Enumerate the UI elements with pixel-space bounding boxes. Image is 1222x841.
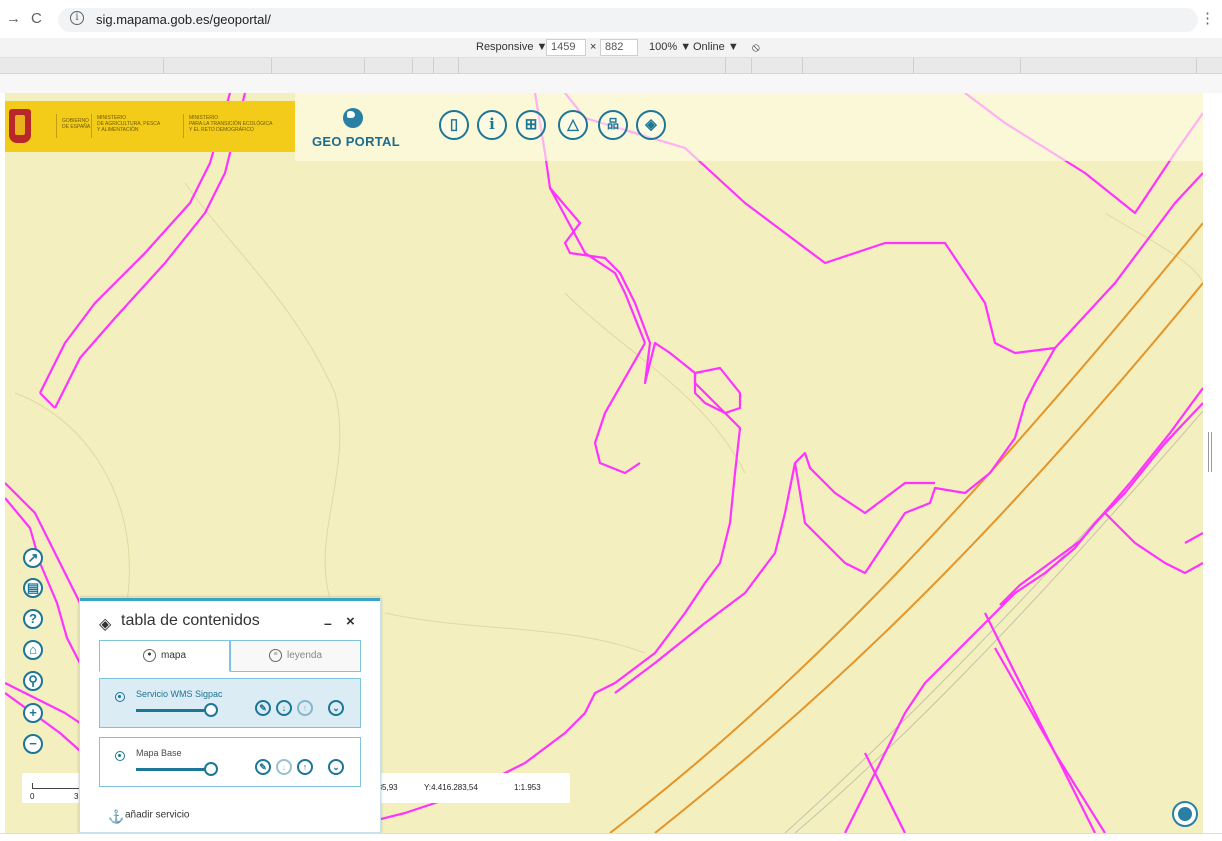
move-up-icon[interactable]: ↑ xyxy=(297,759,313,775)
panel-accent xyxy=(80,598,380,601)
globe-icon[interactable] xyxy=(1172,801,1198,827)
reload-icon[interactable]: C xyxy=(31,10,42,27)
save-icon[interactable]: ▤ xyxy=(23,578,43,598)
browser-menu-icon[interactable]: ⋮ xyxy=(1200,9,1215,27)
move-down-icon[interactable]: ↓ xyxy=(276,759,292,775)
list-icon: ≡ xyxy=(268,648,282,662)
viewport-width-input[interactable]: 1459 xyxy=(546,39,586,56)
info-icon[interactable]: i xyxy=(477,110,507,140)
zoom-in-icon[interactable]: + xyxy=(23,703,43,723)
share-icon[interactable]: ↗ xyxy=(23,548,43,568)
map-scale-ratio: 1:1.953 xyxy=(514,783,541,792)
resize-handle[interactable] xyxy=(1208,432,1212,472)
bookmark-icon[interactable]: ⊞ xyxy=(516,110,546,140)
ministry-agriculture-label: MINISTERIO DE AGRICULTURA, PESCA Y ALIMENT… xyxy=(97,115,161,133)
edit-layer-icon[interactable]: ✎ xyxy=(255,759,271,775)
forward-icon[interactable]: → xyxy=(6,10,21,27)
ministry-ecology-label: MINISTERIO PARA LA TRANSICIÓN ECOLÓGICA Y … xyxy=(189,115,273,133)
minimize-button[interactable]: – xyxy=(324,615,332,631)
header-bar xyxy=(295,93,1203,161)
close-button[interactable]: × xyxy=(346,613,355,630)
scale-tick-0: 0 xyxy=(30,792,35,801)
home-icon[interactable]: ⌂ xyxy=(23,640,43,660)
move-up-icon[interactable]: ↑ xyxy=(297,700,313,716)
tab-map[interactable]: ● mapa xyxy=(99,640,230,672)
zoom-area-icon[interactable]: ⚲ xyxy=(23,671,43,691)
government-logo: GOBIERNO DE ESPAÑA MINISTERIO DE AGRICULTU… xyxy=(5,101,295,152)
measure-icon[interactable]: ▯ xyxy=(439,110,469,140)
tab-legend[interactable]: ≡ leyenda xyxy=(230,640,361,672)
expand-layer-icon[interactable]: ⌄ xyxy=(328,700,344,716)
bottom-gutter xyxy=(0,833,1222,841)
layers-icon[interactable]: ◈ xyxy=(636,110,666,140)
media-query-ruler xyxy=(0,58,1222,74)
layer-item-base-map[interactable]: Mapa Base ✎ ↓ ↑ ⌄ xyxy=(99,737,361,787)
url-text[interactable]: sig.mapama.gob.es/geoportal/ xyxy=(96,12,271,27)
map-location-icon[interactable]: △ xyxy=(558,110,588,140)
zoom-select[interactable]: 100% ▼ xyxy=(649,41,691,53)
tab-map-label: mapa xyxy=(160,650,186,661)
app-title: GEO PORTAL xyxy=(312,134,400,149)
coat-of-arms xyxy=(9,109,31,143)
add-service-button[interactable]: ⚓añadir servicio xyxy=(108,809,190,824)
help-icon[interactable]: ? xyxy=(23,609,43,629)
expand-layer-icon[interactable]: ⌄ xyxy=(328,759,344,775)
layers-stack-icon: ◈ xyxy=(99,616,112,633)
table-of-contents-panel: ◈ tabla de contenidos – × ● mapa ≡ leyenda… xyxy=(79,597,381,833)
edit-layer-icon[interactable]: ✎ xyxy=(255,700,271,716)
layer-item-sigpac[interactable]: Servicio WMS Sigpac ✎ ↓ ↑ ⌄ xyxy=(99,678,361,728)
dimension-separator: × xyxy=(590,41,597,53)
layer-visibility-radio[interactable] xyxy=(115,751,125,761)
opacity-slider-handle[interactable] xyxy=(204,703,218,717)
globe-icon: ● xyxy=(142,648,156,662)
scale-line xyxy=(32,783,84,789)
add-service-icon: ⚓ xyxy=(108,809,125,824)
gov-label: GOBIERNO DE ESPAÑA xyxy=(62,118,91,130)
viewport-height-input[interactable]: 882 xyxy=(600,39,638,56)
devtools-device-toolbar: Responsive ▼ 1459 × 882 100% ▼ Online ▼ … xyxy=(0,38,1222,58)
layer-visibility-radio[interactable] xyxy=(115,692,125,702)
address-bar[interactable]: i sig.mapama.gob.es/geoportal/ xyxy=(58,8,1198,32)
tab-legend-label: leyenda xyxy=(286,650,323,661)
opacity-slider-handle[interactable] xyxy=(204,762,218,776)
coordinate-y: Y:4.416.283,54 xyxy=(424,783,478,792)
layer-name: Mapa Base xyxy=(136,748,182,758)
right-resize-gutter xyxy=(1203,93,1222,841)
zoom-out-icon[interactable]: − xyxy=(23,734,43,754)
sitemap-icon[interactable]: 品 xyxy=(598,110,628,140)
site-info-icon[interactable]: i xyxy=(70,11,84,25)
add-service-label: añadir servicio xyxy=(125,809,190,821)
browser-toolbar: → C i sig.mapama.gob.es/geoportal/ ⋮ xyxy=(0,0,1222,38)
layer-name: Servicio WMS Sigpac xyxy=(136,689,223,699)
throttle-select[interactable]: Online ▼ xyxy=(693,41,739,53)
panel-title: tabla de contenidos xyxy=(121,612,260,629)
scale-tick-1: 3 xyxy=(74,792,79,801)
page-gutter xyxy=(0,74,1222,93)
device-select[interactable]: Responsive ▼ xyxy=(476,41,547,53)
geoportal-globe-icon xyxy=(343,108,363,128)
rotate-icon[interactable]: ⦸ xyxy=(752,40,760,55)
move-down-icon[interactable]: ↓ xyxy=(276,700,292,716)
map-viewport[interactable]: GOBIERNO DE ESPAÑA MINISTERIO DE AGRICULTU… xyxy=(5,93,1203,833)
